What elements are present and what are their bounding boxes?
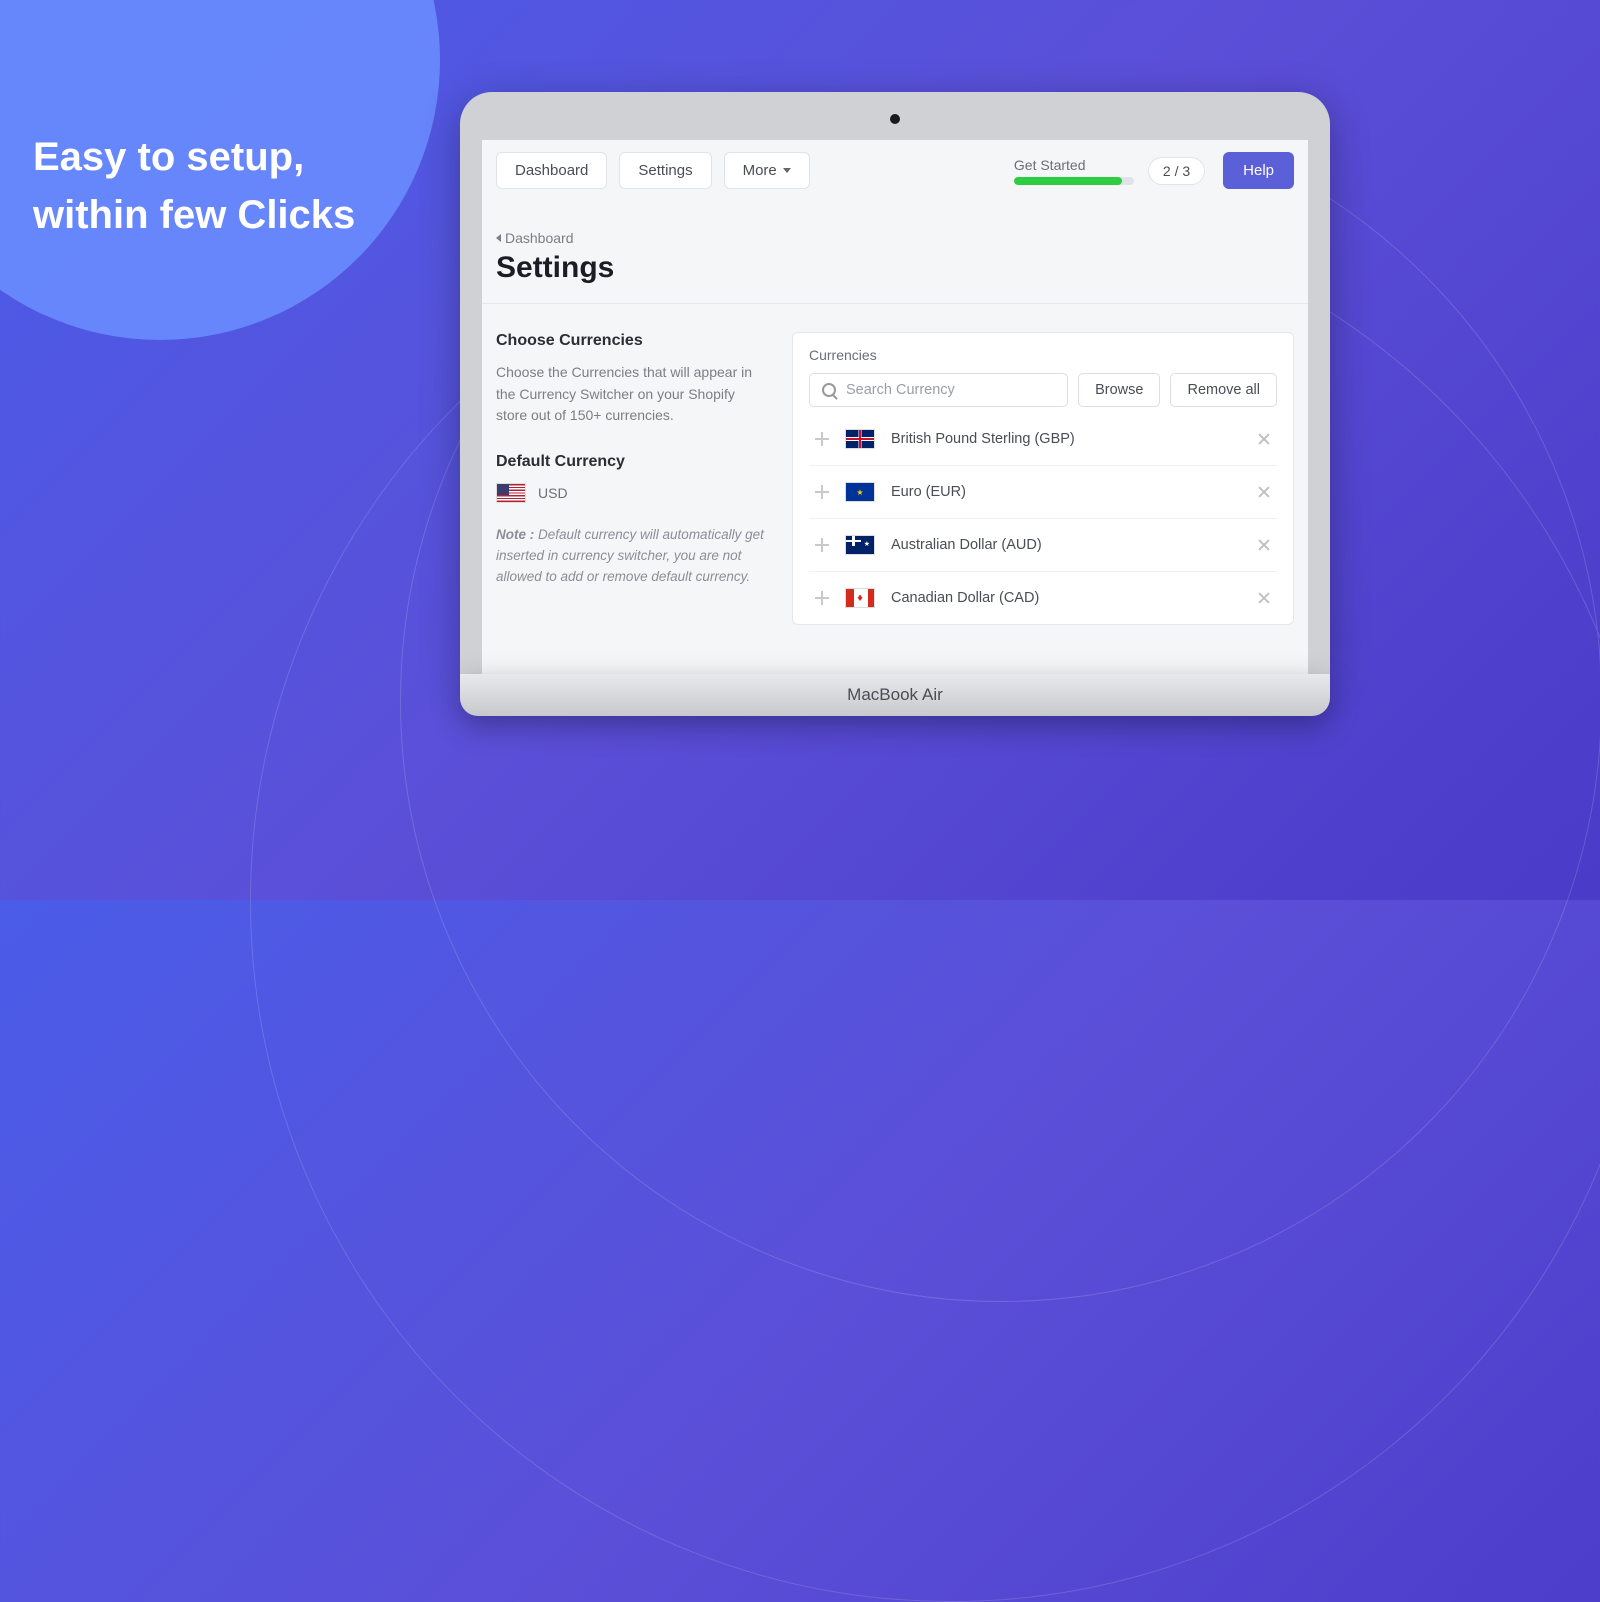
eu-flag-icon: ★: [845, 482, 875, 502]
brand-a: MacBook: [847, 685, 918, 705]
drag-handle-icon[interactable]: [815, 538, 829, 552]
choose-currencies-desc: Choose the Currencies that will appear i…: [496, 362, 764, 427]
currency-row: ★ Euro (EUR): [809, 466, 1277, 519]
chevron-down-icon: [783, 168, 791, 173]
laptop-mockup: Dashboard Settings More Get Started 2 / …: [460, 92, 1330, 716]
hero-line1: Easy to setup,: [33, 128, 355, 186]
search-box[interactable]: [809, 373, 1068, 407]
search-icon: [822, 383, 836, 397]
note-label: Note :: [496, 527, 534, 542]
progress-bar: [1014, 177, 1134, 185]
ca-flag-icon: [845, 588, 875, 608]
top-navigation: Dashboard Settings More Get Started 2 / …: [482, 140, 1308, 201]
help-button[interactable]: Help: [1223, 152, 1294, 189]
note-text: Note : Default currency will automatical…: [496, 525, 764, 588]
currency-name: Canadian Dollar (CAD): [891, 590, 1241, 606]
app-screen: Dashboard Settings More Get Started 2 / …: [482, 140, 1308, 674]
remove-icon[interactable]: [1257, 591, 1271, 605]
remove-all-button[interactable]: Remove all: [1170, 373, 1277, 407]
gb-flag-icon: [845, 429, 875, 449]
currency-row: Canadian Dollar (CAD): [809, 572, 1277, 624]
currency-name: Australian Dollar (AUD): [891, 537, 1241, 553]
currency-name: British Pound Sterling (GBP): [891, 431, 1241, 447]
browse-button[interactable]: Browse: [1078, 373, 1160, 407]
get-started-progress[interactable]: Get Started: [1014, 157, 1134, 185]
note-body: Default currency will automatically get …: [496, 527, 764, 584]
page-title: Settings: [482, 247, 1308, 303]
default-currency-code: USD: [538, 485, 568, 501]
more-label: More: [743, 162, 777, 179]
currencies-card: Currencies Browse Remove all: [792, 332, 1294, 625]
drag-handle-icon[interactable]: [815, 432, 829, 446]
currencies-label: Currencies: [809, 347, 1277, 363]
remove-icon[interactable]: [1257, 485, 1271, 499]
currency-row: British Pound Sterling (GBP): [809, 413, 1277, 466]
get-started-label: Get Started: [1014, 157, 1134, 173]
remove-icon[interactable]: [1257, 538, 1271, 552]
dashboard-button[interactable]: Dashboard: [496, 152, 607, 189]
default-currency-title: Default Currency: [496, 453, 764, 471]
hero-line2: within few Clicks: [33, 186, 355, 244]
us-flag-icon: [496, 483, 526, 503]
chevron-left-icon: [496, 234, 501, 242]
drag-handle-icon[interactable]: [815, 591, 829, 605]
breadcrumb-label: Dashboard: [505, 230, 574, 246]
breadcrumb[interactable]: Dashboard: [496, 230, 574, 246]
laptop-brand: MacBook Air: [460, 674, 1330, 716]
step-counter: 2 / 3: [1148, 157, 1205, 185]
camera-icon: [890, 114, 900, 124]
settings-button[interactable]: Settings: [619, 152, 711, 189]
choose-currencies-title: Choose Currencies: [496, 332, 764, 350]
au-flag-icon: [845, 535, 875, 555]
drag-handle-icon[interactable]: [815, 485, 829, 499]
search-input[interactable]: [846, 382, 1055, 398]
brand-b: Air: [922, 685, 943, 705]
currency-name: Euro (EUR): [891, 484, 1241, 500]
hero-headline: Easy to setup, within few Clicks: [33, 128, 355, 244]
default-currency-row: USD: [496, 483, 764, 503]
remove-icon[interactable]: [1257, 432, 1271, 446]
more-button[interactable]: More: [724, 152, 810, 189]
currency-row: Australian Dollar (AUD): [809, 519, 1277, 572]
